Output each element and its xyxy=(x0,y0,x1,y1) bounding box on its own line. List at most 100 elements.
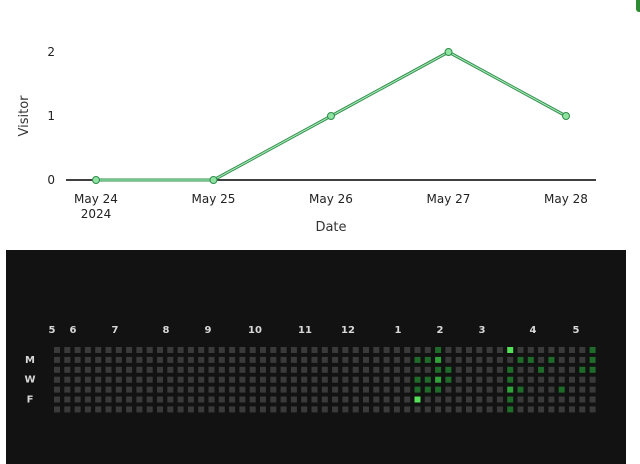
heatmap-day-label: F xyxy=(27,395,34,406)
heatmap-cell xyxy=(589,386,596,393)
heatmap-cell xyxy=(414,347,421,353)
heatmap-cell xyxy=(558,406,565,413)
heatmap-cell xyxy=(373,386,380,393)
heatmap-cell xyxy=(260,356,266,363)
heatmap-cell xyxy=(95,376,102,383)
heatmap-cell xyxy=(342,376,349,383)
heatmap-cell xyxy=(517,366,524,373)
heatmap-cell xyxy=(455,356,462,363)
heatmap-cell xyxy=(393,356,400,363)
heatmap-cell xyxy=(239,347,246,353)
heatmap-cell xyxy=(280,366,287,373)
heatmap-cell xyxy=(579,406,586,413)
heatmap-cell xyxy=(311,366,318,373)
heatmap-cell xyxy=(229,396,236,403)
heatmap-cell xyxy=(373,347,380,353)
heatmap-cell xyxy=(517,406,524,413)
heatmap-cell xyxy=(538,396,545,403)
x-tick-label: May 24 xyxy=(74,192,118,206)
heatmap-cell xyxy=(455,376,462,383)
heatmap-cell xyxy=(136,396,143,403)
data-point xyxy=(562,112,570,120)
heatmap-cell xyxy=(342,366,349,373)
heatmap-cell xyxy=(476,376,483,383)
heatmap-cell xyxy=(373,376,380,383)
heatmap-cell xyxy=(146,406,153,413)
heatmap-cell xyxy=(167,396,174,403)
heatmap-cell xyxy=(229,356,236,363)
heatmap-cell xyxy=(383,396,390,403)
heatmap-cell xyxy=(569,386,575,393)
heatmap-cell xyxy=(321,366,328,373)
heatmap-cell xyxy=(517,347,524,353)
heatmap-cell xyxy=(486,347,493,353)
heatmap-cell xyxy=(177,347,184,353)
data-point xyxy=(327,112,335,120)
heatmap-cell xyxy=(146,347,153,353)
heatmap-cell xyxy=(424,386,431,393)
heatmap-cell xyxy=(84,366,91,373)
heatmap-cell xyxy=(486,376,493,383)
heatmap-cell xyxy=(538,376,545,383)
heatmap-cell xyxy=(435,406,442,413)
heatmap-cell xyxy=(74,376,81,383)
heatmap-cell xyxy=(363,347,369,353)
heatmap-cell xyxy=(558,366,565,373)
heatmap-cell xyxy=(270,376,277,383)
heatmap-cell xyxy=(177,406,184,413)
heatmap-cell xyxy=(157,406,163,413)
heatmap-cell xyxy=(424,396,431,403)
heatmap-cell xyxy=(589,347,596,353)
heatmap-cell xyxy=(352,356,359,363)
heatmap-cell xyxy=(311,386,318,393)
heatmap-cell xyxy=(280,406,287,413)
heatmap-cell xyxy=(187,347,194,353)
heatmap-cell xyxy=(126,347,133,353)
heatmap-cell xyxy=(311,356,318,363)
y-tick-label: 0 xyxy=(47,173,55,187)
heatmap-month-label: 2 xyxy=(437,325,444,336)
heatmap-cell xyxy=(435,356,442,363)
heatmap-cell xyxy=(177,376,184,383)
heatmap-cell xyxy=(527,366,534,373)
heatmap-cell xyxy=(260,347,266,353)
heatmap-cell xyxy=(64,356,71,363)
heatmap-cell xyxy=(115,406,122,413)
heatmap-cell xyxy=(187,366,194,373)
heatmap-cell xyxy=(332,396,339,403)
heatmap-cell xyxy=(589,366,596,373)
heatmap-cell xyxy=(383,386,390,393)
heatmap-cell xyxy=(249,356,256,363)
heatmap-cell xyxy=(105,406,112,413)
heatmap-cell xyxy=(342,396,349,403)
heatmap-cell xyxy=(280,347,287,353)
heatmap-cell xyxy=(466,366,472,373)
heatmap-cell xyxy=(157,396,163,403)
heatmap-cell xyxy=(538,406,545,413)
heatmap-cell xyxy=(496,356,503,363)
heatmap-cell xyxy=(74,386,81,393)
heatmap-cell xyxy=(115,356,122,363)
heatmap-cell xyxy=(342,406,349,413)
heatmap-cell xyxy=(445,396,452,403)
heatmap-cell xyxy=(579,396,586,403)
heatmap-cell xyxy=(239,376,246,383)
heatmap-cell xyxy=(208,386,215,393)
heatmap-cell xyxy=(332,356,339,363)
heatmap-cell xyxy=(115,396,122,403)
heatmap-cell xyxy=(84,356,91,363)
heatmap-cell xyxy=(239,406,246,413)
heatmap-cell xyxy=(177,396,184,403)
heatmap-cell xyxy=(270,356,277,363)
heatmap-month-label: 3 xyxy=(479,325,486,336)
heatmap-cell xyxy=(311,347,318,353)
heatmap-cell xyxy=(466,406,472,413)
heatmap-cell xyxy=(569,356,575,363)
heatmap-cell xyxy=(54,406,60,413)
heatmap-cell xyxy=(507,356,514,363)
heatmap-cell xyxy=(301,386,308,393)
heatmap-cell xyxy=(342,356,349,363)
heatmap-cell xyxy=(208,396,215,403)
data-point xyxy=(92,176,100,184)
heatmap-day-label: W xyxy=(24,375,35,386)
